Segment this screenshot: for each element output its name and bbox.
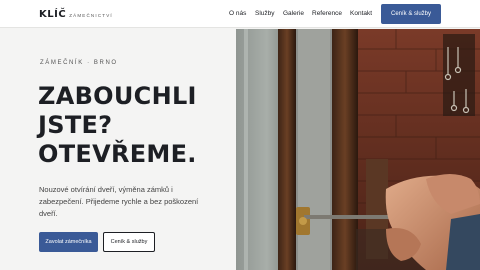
nav-link-gallery[interactable]: Galerie — [283, 10, 304, 17]
headline-line-3: OTEVŘEME. — [38, 140, 197, 168]
headline-line-2: JSTE? — [38, 111, 113, 139]
hero-description: Nouzové otvírání dveří, výměna zámků i z… — [39, 185, 199, 218]
call-locksmith-button[interactable]: Zavolat zámečníka — [39, 232, 98, 252]
nav-link-contact[interactable]: Kontakt — [350, 10, 372, 17]
logo-wordmark: KLÍČ — [39, 9, 67, 20]
nav-link-about[interactable]: O nás — [229, 10, 246, 17]
hero-photo — [236, 29, 480, 270]
site-header: KLÍČ ZÁMEČNICTVÍ O nás Služby Galerie Re… — [0, 0, 480, 28]
pricing-services-button[interactable]: Ceník & služby — [103, 232, 155, 252]
logo-tagline: ZÁMEČNICTVÍ — [69, 13, 113, 18]
hero-headline: ZABOUCHLI JSTE? OTEVŘEME. — [38, 82, 228, 169]
hero-eyebrow: ZÁMEČNÍK · BRNO — [40, 60, 118, 66]
headline-line-1: ZABOUCHLI — [38, 82, 197, 110]
nav-link-services[interactable]: Služby — [255, 10, 275, 17]
header-cta-button[interactable]: Ceník & služby — [381, 4, 441, 24]
logo[interactable]: KLÍČ ZÁMEČNICTVÍ — [39, 9, 113, 20]
nav-link-references[interactable]: Reference — [312, 10, 342, 17]
